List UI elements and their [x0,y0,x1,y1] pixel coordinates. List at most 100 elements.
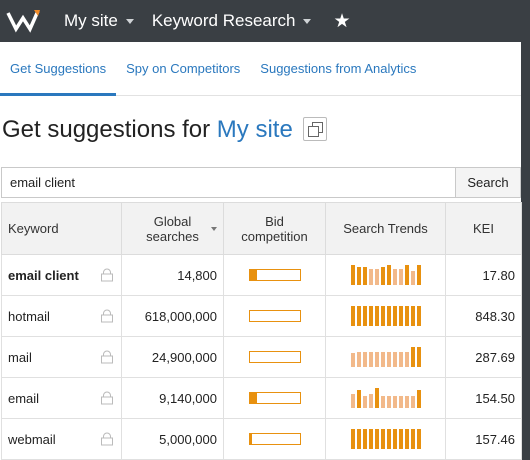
table-row[interactable]: hotmail 618,000,000 848.30 [1,295,522,337]
keyword-search-input[interactable] [1,167,455,198]
keyword-text[interactable]: webmail [8,432,56,447]
search-trend-bar [404,429,409,449]
bid-competition-bar [248,310,301,322]
bid-competition-bar [248,392,301,404]
site-menu[interactable]: My site [64,11,134,31]
keyword-text[interactable]: email [8,391,39,406]
tool-menu[interactable]: Keyword Research [152,11,312,31]
bid-competition-cell [223,336,326,378]
search-trend-bar [404,352,409,367]
lock-icon[interactable] [100,432,114,446]
search-trend-bar [410,306,415,326]
keyword-text[interactable]: email client [8,268,79,283]
search-trend-bar [380,267,385,285]
column-header-kei[interactable]: KEI [445,202,522,255]
column-header-keyword[interactable]: Keyword [1,202,122,255]
chevron-down-icon [125,18,134,24]
search-trends-sparkline [332,347,439,367]
star-icon[interactable]: ★ [333,12,350,31]
search-trend-bar [398,306,403,326]
sort-desc-icon [211,227,217,231]
kei-cell: 154.50 [445,377,522,419]
app-logo[interactable] [0,0,46,42]
search-trend-bar [386,265,391,285]
search-trend-bar [374,388,379,408]
global-searches-header-line1: Global [153,213,192,229]
search-trend-bar [368,306,373,326]
table-row[interactable]: mail 24,900,000 287.69 [1,336,522,378]
search-trend-bar [356,267,361,285]
keyword-search-row: Search [1,167,521,198]
search-trend-bar [410,396,415,408]
lock-icon[interactable] [100,309,114,323]
search-trend-bar [374,306,379,326]
bid-header-line1: Bid [265,213,284,229]
global-searches-cell: 14,800 [121,254,224,296]
search-trend-bar [368,269,373,285]
table-row[interactable]: email client 14,800 17.80 [1,254,522,296]
search-trend-bar [398,352,403,367]
lock-icon[interactable] [100,350,114,364]
search-trend-bar [398,396,403,408]
bid-competition-bar [248,269,301,281]
search-trend-bar [356,429,361,449]
top-navigation-bar: My site Keyword Research ★ [0,0,530,42]
page-title-site[interactable]: My site [217,116,293,143]
search-trend-bar [380,306,385,326]
keyword-text[interactable]: hotmail [8,309,50,324]
kei-cell: 17.80 [445,254,522,296]
search-trend-bar [386,352,391,367]
tab-suggestions-from-analytics[interactable]: Suggestions from Analytics [250,42,426,95]
search-trend-bar [416,390,421,408]
table-row[interactable]: email 9,140,000 154.50 [1,377,522,419]
tab-get-suggestions[interactable]: Get Suggestions [0,42,117,96]
search-trend-bar [374,352,379,367]
search-trend-bar [374,429,379,449]
column-header-bid-competition[interactable]: Bid competition [223,202,326,255]
tab-spy-on-competitors[interactable]: Spy on Competitors [116,42,250,95]
keyword-cell: hotmail [1,295,122,337]
search-trend-bar [350,429,355,449]
search-trends-cell [325,295,446,337]
search-trends-cell [325,418,446,460]
keyword-results-table: Keyword Global searches Bid competition … [1,202,522,460]
search-trend-bar [374,269,379,285]
search-trend-bar [356,390,361,408]
search-trend-bar [392,396,397,408]
search-trend-bar [416,306,421,326]
kei-cell: 848.30 [445,295,522,337]
lock-icon[interactable] [100,391,114,405]
bid-competition-bar [248,433,301,445]
search-trend-bar [362,396,367,408]
tool-menu-label: Keyword Research [151,11,296,30]
search-trend-bar [410,347,415,367]
column-header-global-searches[interactable]: Global searches [121,202,224,255]
lock-icon[interactable] [100,268,114,282]
site-menu-label: My site [64,11,118,30]
copy-icon[interactable] [303,116,328,141]
search-trend-bar [392,306,397,326]
bid-competition-fill [249,434,252,444]
search-trend-bar [416,265,421,285]
search-trend-bar [380,352,385,367]
bid-competition-cell [223,254,326,296]
table-row[interactable]: webmail 5,000,000 157.46 [1,418,522,460]
global-searches-header-line2: searches [146,228,199,244]
search-trend-bar [356,352,361,367]
search-trend-bar [404,265,409,285]
keyword-text[interactable]: mail [8,350,32,365]
search-button[interactable]: Search [455,167,521,198]
search-trend-bar [356,306,361,326]
search-trend-bar [368,394,373,408]
keyword-cell: email [1,377,122,419]
kei-cell: 157.46 [445,418,522,460]
search-trend-bar [416,429,421,449]
search-trend-bar [362,306,367,326]
search-trend-bar [410,271,415,285]
search-trend-bar [386,396,391,408]
search-trend-bar [392,429,397,449]
column-header-search-trends[interactable]: Search Trends [325,202,446,255]
search-trend-bar [350,394,355,408]
page-title-prefix: Get suggestions for [2,116,211,143]
search-trend-bar [404,396,409,408]
